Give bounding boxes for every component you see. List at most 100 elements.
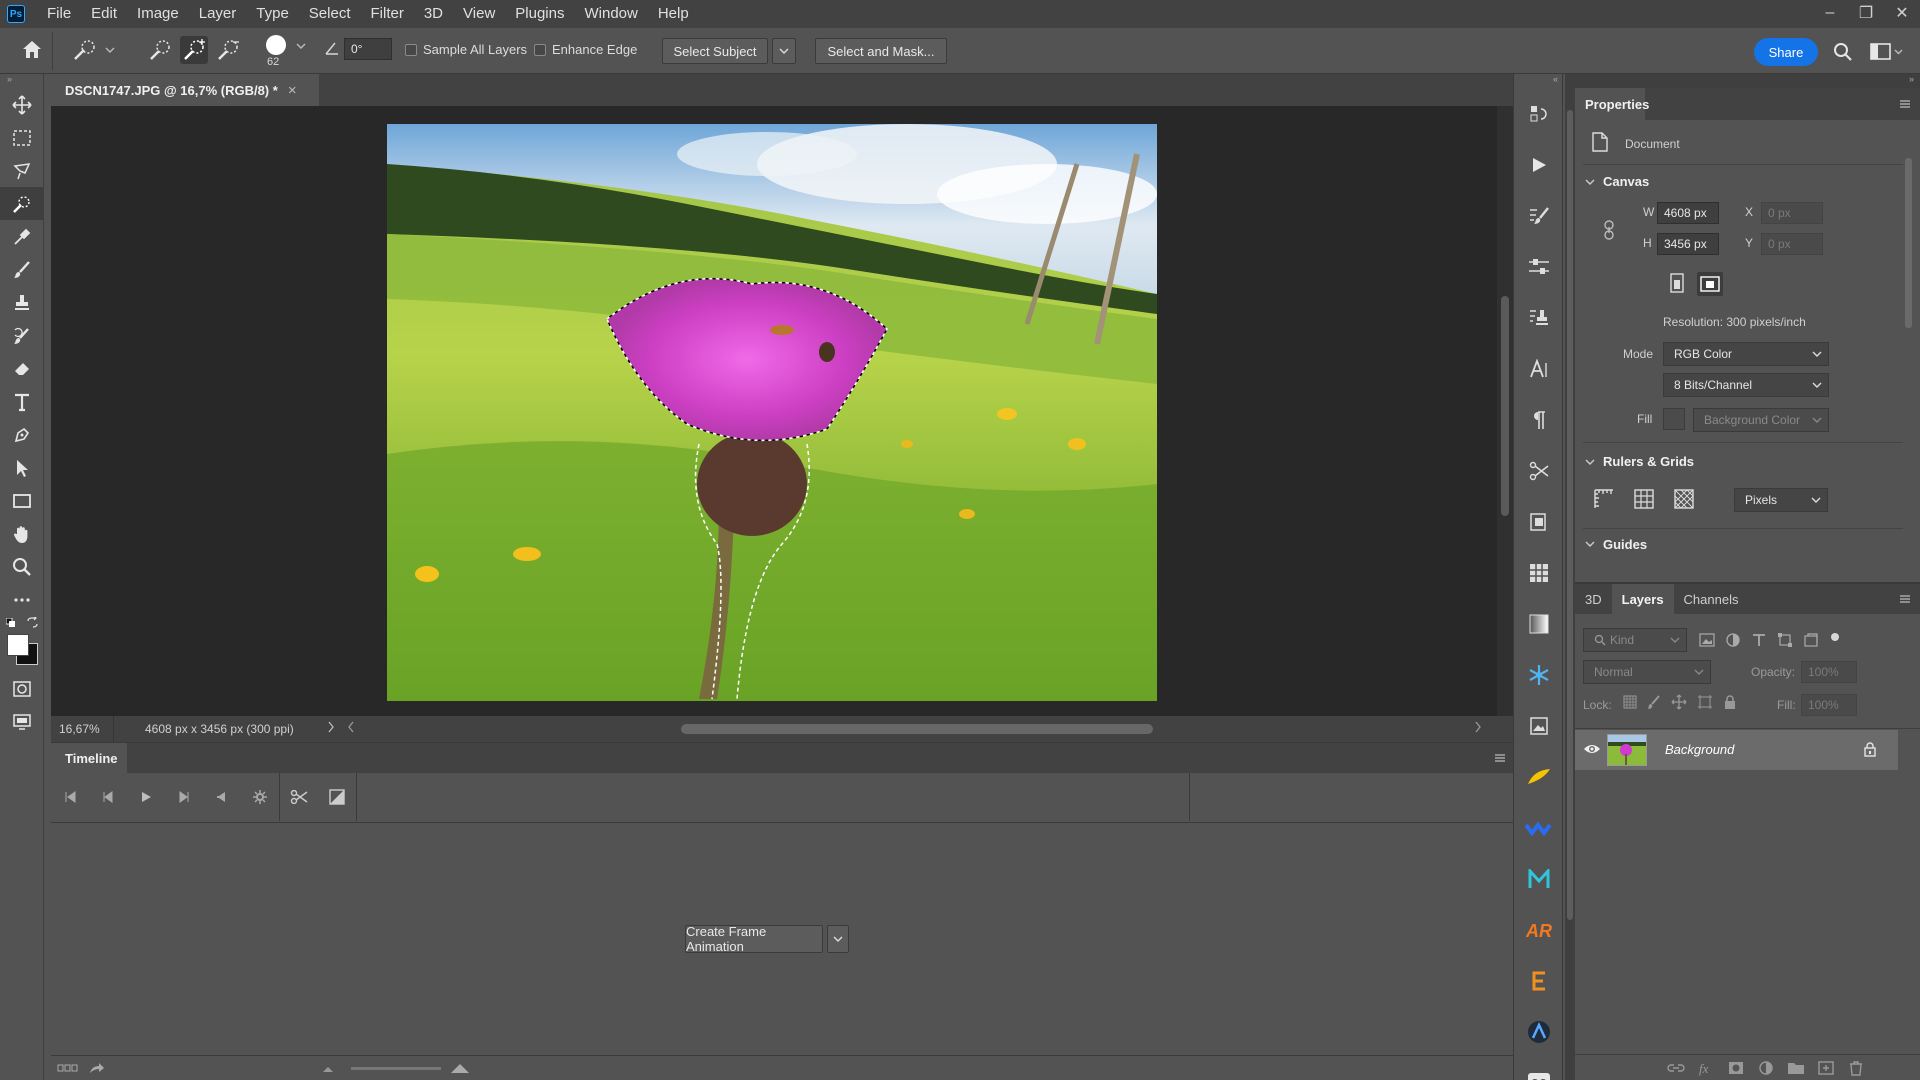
new-layer-icon[interactable]: [1817, 1060, 1835, 1076]
new-adjustment-layer-icon[interactable]: [1757, 1060, 1775, 1076]
layer-lock-icon[interactable]: [1863, 741, 1877, 757]
link-layers-icon[interactable]: [1667, 1060, 1685, 1076]
quick-selection-preset-icon[interactable]: [72, 38, 116, 62]
adjustments-sliders-icon[interactable]: [1514, 241, 1564, 292]
tab-layers[interactable]: Layers: [1611, 584, 1674, 614]
history-icon[interactable]: [1514, 88, 1564, 139]
fx-icon[interactable]: fx: [1697, 1060, 1715, 1076]
actions-play-icon[interactable]: [1514, 139, 1564, 190]
stamp-tool-icon[interactable]: [0, 286, 44, 319]
eye-visibility-icon[interactable]: [1583, 742, 1601, 756]
new-selection-icon[interactable]: [146, 36, 174, 64]
fill-color-swatch[interactable]: [1663, 408, 1685, 430]
frame-view-icon[interactable]: [57, 1063, 79, 1073]
landscape-orientation-icon[interactable]: [1697, 272, 1723, 296]
portrait-orientation-icon[interactable]: [1666, 272, 1688, 294]
type-filter-icon[interactable]: [1751, 632, 1767, 648]
lock-position-icon[interactable]: [1671, 694, 1687, 710]
document-image[interactable]: [387, 124, 1157, 701]
e-plugin-icon[interactable]: [1514, 955, 1564, 1006]
paragraph-icon[interactable]: [1514, 394, 1564, 445]
collapse-arrows-icon[interactable]: «: [1514, 74, 1562, 88]
delete-layer-trash-icon[interactable]: [1847, 1060, 1865, 1076]
chevron-down-icon[interactable]: [296, 42, 306, 50]
a-circle-plugin-icon[interactable]: [1514, 1006, 1564, 1057]
select-subject-dropdown-button[interactable]: [772, 38, 796, 64]
shape-filter-icon[interactable]: [1777, 632, 1793, 648]
pixel-grid-icon[interactable]: [1673, 488, 1695, 510]
select-and-mask-button[interactable]: Select and Mask...: [815, 38, 947, 64]
ar-plugin-icon[interactable]: AR: [1514, 904, 1564, 955]
snowflake-plugin-icon[interactable]: [1514, 649, 1564, 700]
fill-dropdown[interactable]: Background Color: [1693, 408, 1829, 432]
swap-colors-icon[interactable]: [27, 617, 38, 628]
document-tab[interactable]: DSCN1747.JPG @ 16,7% (RGB/8) * ×: [51, 74, 319, 106]
path-selection-tool-icon[interactable]: [0, 451, 44, 484]
split-scissors-icon[interactable]: [280, 773, 318, 821]
grid-icon[interactable]: [1633, 488, 1655, 510]
home-icon[interactable]: [20, 38, 44, 62]
audio-icon[interactable]: [203, 773, 241, 821]
menu-select[interactable]: Select: [299, 0, 361, 28]
play-icon[interactable]: [127, 773, 165, 821]
eyedropper-tool-icon[interactable]: [0, 220, 44, 253]
type-tool-icon[interactable]: [0, 385, 44, 418]
pen-tool-icon[interactable]: [0, 418, 44, 451]
menu-edit[interactable]: Edit: [81, 0, 127, 28]
link-chain-icon[interactable]: [1603, 220, 1615, 240]
sample-all-layers-checkbox[interactable]: Sample All Layers: [405, 42, 527, 57]
document-info[interactable]: 4608 px x 3456 px (300 ppi): [145, 722, 294, 736]
properties-scrollbar[interactable]: [1903, 148, 1913, 528]
scroll-left-icon[interactable]: [347, 721, 355, 733]
brush-tool-icon[interactable]: [0, 253, 44, 286]
checkbox-box[interactable]: [405, 43, 417, 56]
character-icon[interactable]: [1514, 343, 1564, 394]
lasso-tool-icon[interactable]: [0, 154, 44, 187]
render-video-icon[interactable]: [89, 1062, 105, 1074]
zoom-in-timeline-icon[interactable]: [451, 1062, 469, 1074]
bit-depth-dropdown[interactable]: 8 Bits/Channel: [1663, 373, 1829, 397]
minimize-button[interactable]: –: [1812, 0, 1848, 26]
next-frame-icon[interactable]: [165, 773, 203, 821]
x-input[interactable]: 0 px: [1761, 202, 1823, 224]
chevron-right-icon[interactable]: [327, 721, 335, 733]
previous-frame-icon[interactable]: [89, 773, 127, 821]
zoom-level[interactable]: 16,67%: [59, 722, 100, 736]
menu-file[interactable]: File: [37, 0, 81, 28]
tab-channels[interactable]: Channels: [1674, 584, 1749, 614]
properties-tab[interactable]: Properties: [1575, 88, 1649, 120]
tool-presets-icon[interactable]: [1514, 445, 1564, 496]
pixel-filter-icon[interactable]: [1699, 632, 1715, 648]
panel-menu-icon[interactable]: [1900, 100, 1910, 108]
yellow-feather-plugin-icon[interactable]: [1514, 751, 1564, 802]
menu-help[interactable]: Help: [648, 0, 699, 28]
lock-image-pixels-icon[interactable]: [1647, 694, 1661, 710]
eraser-tool-icon[interactable]: [0, 352, 44, 385]
vertical-scrollbar[interactable]: [1497, 106, 1513, 716]
horizontal-scrollbar-thumb[interactable]: [681, 724, 1153, 734]
rulers-grids-section-header[interactable]: Rulers & Grids: [1585, 454, 1694, 469]
clone-source-icon[interactable]: [1514, 292, 1564, 343]
menu-plugins[interactable]: Plugins: [505, 0, 574, 28]
strip-scrollbar-thumb[interactable]: [1567, 110, 1573, 920]
mode-dropdown[interactable]: RGB Color: [1663, 342, 1829, 366]
brush-size-circle-icon[interactable]: [265, 34, 287, 56]
guides-section-header[interactable]: Guides: [1585, 538, 1647, 550]
gradients-icon[interactable]: [1514, 598, 1564, 649]
more-tools-icon[interactable]: [0, 583, 44, 616]
swatches-grid-icon[interactable]: [1514, 547, 1564, 598]
brushes-icon[interactable]: [1514, 190, 1564, 241]
opacity-input[interactable]: 100%: [1801, 661, 1857, 683]
angle-input[interactable]: 0°: [344, 38, 392, 60]
search-icon[interactable]: [1833, 42, 1853, 62]
quick-selection-tool-icon[interactable]: [0, 187, 44, 220]
menu-filter[interactable]: Filter: [361, 0, 414, 28]
close-window-button[interactable]: ✕: [1884, 0, 1920, 26]
m-plugin-icon[interactable]: [1514, 853, 1564, 904]
quick-mask-icon[interactable]: [0, 672, 44, 705]
adjustment-filter-icon[interactable]: [1725, 632, 1741, 648]
marquee-tool-icon[interactable]: [0, 121, 44, 154]
lock-all-icon[interactable]: [1723, 694, 1737, 710]
strip-scrollbar[interactable]: [1565, 110, 1575, 920]
create-frame-animation-dropdown[interactable]: [827, 925, 849, 953]
